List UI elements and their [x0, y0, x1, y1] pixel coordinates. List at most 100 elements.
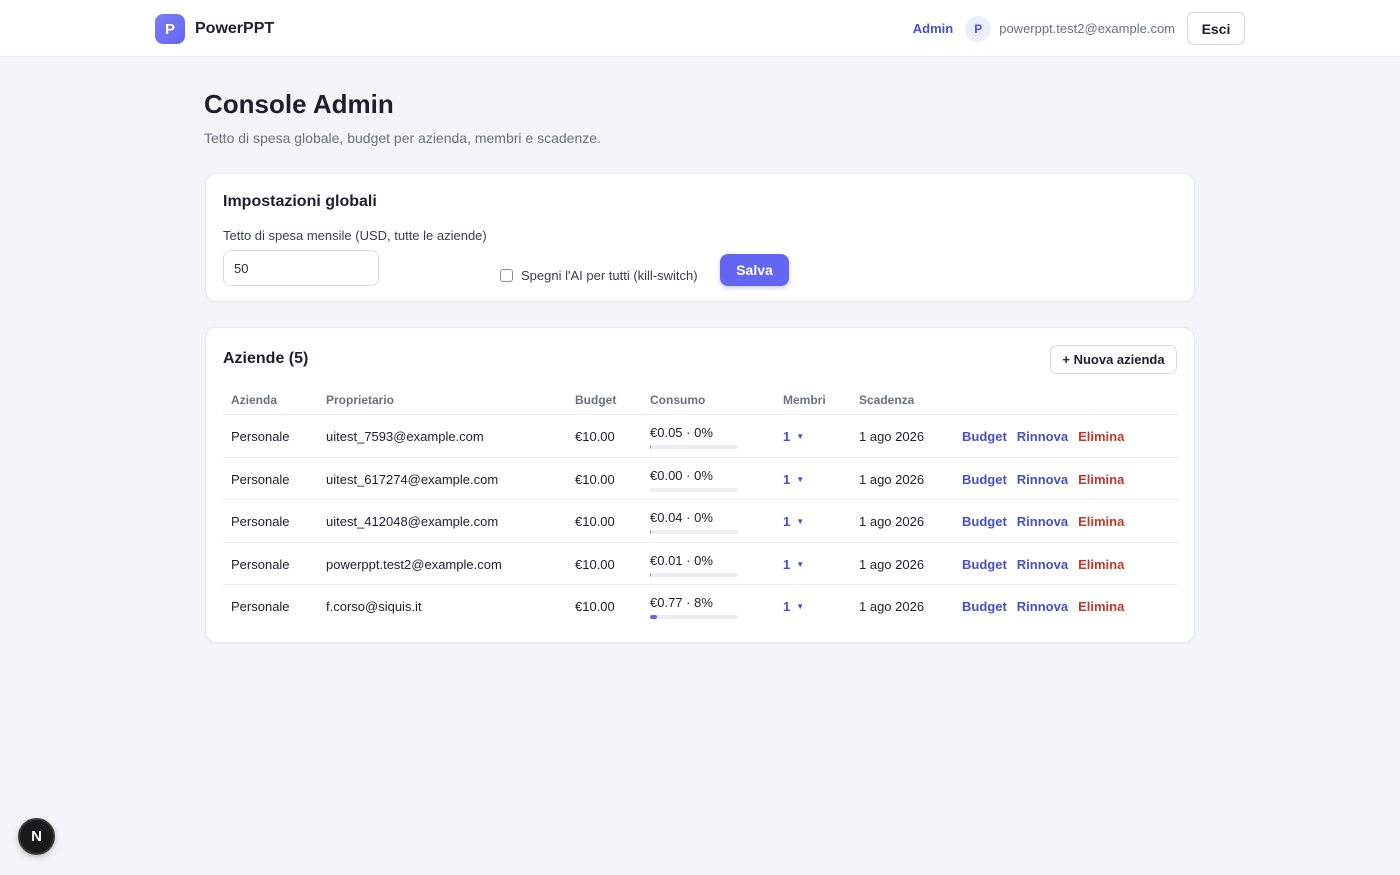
spending-cap-input[interactable]	[223, 250, 379, 286]
usage-bar-fill	[650, 530, 651, 534]
members-count: 1	[783, 599, 791, 614]
company-name: Personale	[231, 599, 290, 614]
renew-button[interactable]: Rinnova	[1017, 557, 1068, 572]
usage-text: €0.05 · 0%	[650, 425, 713, 440]
usage-bar	[650, 445, 738, 449]
brand[interactable]: P PowerPPT	[155, 14, 274, 44]
kill-switch[interactable]: Spegni l'AI per tutti (kill-switch)	[500, 268, 698, 283]
delete-button[interactable]: Elimina	[1078, 557, 1124, 572]
owner-email: uitest_412048@example.com	[326, 514, 499, 529]
usage: €0.05 · 0%	[650, 425, 738, 449]
row-actions: Budget Rinnova Elimina	[962, 429, 1124, 444]
members-dropdown[interactable]: 1 ▼	[783, 472, 804, 487]
column-header-scadenza: Scadenza	[859, 393, 915, 407]
companies-card: Aziende (5) + Nuova azienda Azienda Prop…	[205, 327, 1195, 643]
budget-value: €10.00	[575, 556, 615, 572]
members-count: 1	[783, 471, 791, 487]
budget-button[interactable]: Budget	[962, 429, 1007, 444]
admin-link[interactable]: Admin	[913, 21, 953, 36]
column-header-budget: Budget	[575, 393, 617, 407]
caret-down-icon: ▼	[796, 474, 805, 484]
usage-bar	[650, 572, 738, 577]
global-settings-card: Impostazioni globali Tetto di spesa mens…	[205, 173, 1195, 302]
page-title: Console Admin	[204, 89, 394, 119]
company-name: Personale	[231, 429, 290, 444]
column-header-membri: Membri	[783, 393, 826, 407]
column-header-consumo: Consumo	[650, 393, 706, 407]
page-subtitle: Tetto di spesa globale, budget per azien…	[204, 130, 601, 146]
row-actions: Budget Rinnova Elimina	[962, 514, 1124, 529]
renew-button[interactable]: Rinnova	[1017, 472, 1068, 487]
table-row: Personale uitest_7593@example.com €10.00…	[223, 415, 1178, 458]
budget-value: €10.00	[575, 599, 615, 614]
save-button[interactable]: Salva	[720, 254, 789, 286]
usage: €0.00 · 0%	[650, 468, 738, 492]
company-name: Personale	[231, 556, 290, 572]
budget-button[interactable]: Budget	[962, 599, 1007, 614]
company-name: Personale	[231, 514, 290, 529]
caret-down-icon: ▼	[796, 432, 805, 441]
table-row: Personale uitest_412048@example.com €10.…	[223, 500, 1178, 543]
delete-button[interactable]: Elimina	[1078, 599, 1124, 614]
budget-value: €10.00	[575, 429, 615, 444]
app-name: PowerPPT	[195, 20, 275, 37]
usage-text: €0.04 · 0%	[650, 510, 713, 525]
delete-button[interactable]: Elimina	[1078, 514, 1124, 529]
members-dropdown[interactable]: 1 ▼	[783, 429, 804, 444]
user-menu: Admin P powerppt.test2@example.com Esci	[913, 12, 1245, 45]
usage-bar-fill	[650, 445, 651, 449]
owner-email: uitest_617274@example.com	[326, 471, 499, 487]
kill-switch-checkbox[interactable]	[500, 269, 513, 282]
owner-email: f.corso@siquis.it	[326, 599, 422, 614]
row-actions: Budget Rinnova Elimina	[962, 599, 1124, 614]
delete-button[interactable]: Elimina	[1078, 429, 1124, 444]
members-dropdown[interactable]: 1 ▼	[783, 599, 804, 614]
global-settings-title: Impostazioni globali	[223, 193, 377, 210]
caret-down-icon: ▼	[796, 602, 805, 611]
row-actions: Budget Rinnova Elimina	[962, 557, 1124, 572]
usage-bar	[650, 615, 738, 619]
table-header: Azienda Proprietario Budget Consumo Memb…	[223, 385, 1178, 415]
avatar: P	[965, 15, 992, 42]
members-dropdown[interactable]: 1 ▼	[783, 514, 804, 529]
renew-button[interactable]: Rinnova	[1017, 429, 1068, 444]
usage-bar-fill	[650, 572, 651, 577]
company-name: Personale	[231, 471, 290, 487]
renew-button[interactable]: Rinnova	[1017, 599, 1068, 614]
delete-button[interactable]: Elimina	[1078, 472, 1124, 487]
table-row: Personale f.corso@siquis.it €10.00 €0.77…	[223, 585, 1178, 628]
expiry-date: 1 ago 2026	[859, 471, 925, 487]
app-logo-icon: P	[155, 14, 185, 44]
owner-email: powerppt.test2@example.com	[326, 556, 502, 572]
user-email: powerppt.test2@example.com	[999, 21, 1175, 36]
budget-value: €10.00	[575, 471, 615, 487]
expiry-date: 1 ago 2026	[859, 599, 925, 614]
column-header-proprietario: Proprietario	[326, 393, 395, 407]
new-company-button[interactable]: + Nuova azienda	[1050, 345, 1177, 374]
column-header-azienda: Azienda	[231, 393, 278, 407]
kill-switch-label: Spegni l'AI per tutti (kill-switch)	[521, 268, 698, 283]
usage-text: €0.00 · 0%	[650, 467, 713, 483]
usage: €0.01 · 0%	[650, 553, 738, 577]
usage: €0.77 · 8%	[650, 595, 738, 619]
caret-down-icon: ▼	[796, 517, 805, 526]
members-count: 1	[783, 514, 791, 529]
budget-button[interactable]: Budget	[962, 557, 1007, 572]
table-row: Personale powerppt.test2@example.com €10…	[223, 543, 1178, 585]
expiry-date: 1 ago 2026	[859, 514, 925, 529]
usage-bar-fill	[650, 615, 658, 619]
dev-tools-badge[interactable]: N	[18, 818, 55, 855]
members-count: 1	[783, 429, 791, 444]
owner-email: uitest_7593@example.com	[326, 429, 484, 444]
renew-button[interactable]: Rinnova	[1017, 514, 1068, 529]
companies-table: Azienda Proprietario Budget Consumo Memb…	[223, 385, 1178, 628]
budget-value: €10.00	[575, 514, 615, 529]
top-navigation-bar: P PowerPPT Admin P powerppt.test2@exampl…	[0, 0, 1400, 57]
budget-button[interactable]: Budget	[962, 514, 1007, 529]
row-actions: Budget Rinnova Elimina	[962, 472, 1124, 487]
budget-button[interactable]: Budget	[962, 472, 1007, 487]
spending-cap-label: Tetto di spesa mensile (USD, tutte le az…	[223, 228, 487, 243]
members-dropdown[interactable]: 1 ▼	[783, 557, 804, 572]
caret-down-icon: ▼	[796, 559, 805, 569]
logout-button[interactable]: Esci	[1187, 12, 1245, 45]
